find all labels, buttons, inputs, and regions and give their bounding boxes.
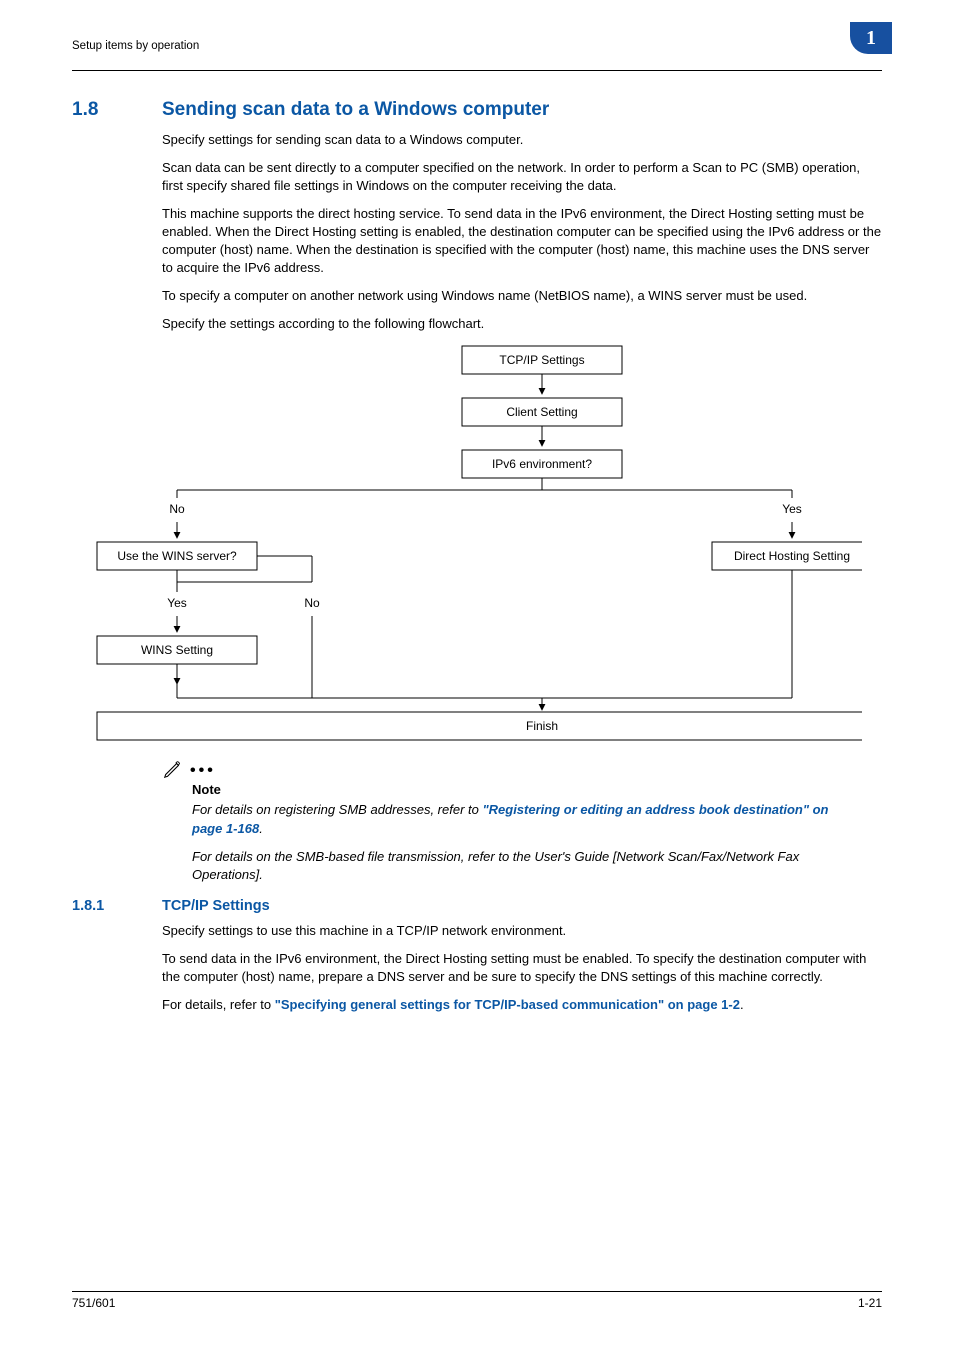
body-paragraph: To specify a computer on another network… — [162, 287, 882, 305]
flowchart-decision-ipv6: IPv6 environment? — [492, 458, 592, 472]
running-header: Setup items by operation — [72, 40, 199, 52]
note-text-post: . — [259, 821, 263, 836]
footer-right: 1-21 — [858, 1296, 882, 1310]
flowchart-node-tcpip: TCP/IP Settings — [499, 354, 584, 368]
note-label: Note — [192, 782, 882, 797]
chapter-badge: 1 — [850, 22, 892, 54]
note-dots: ••• — [190, 762, 216, 780]
body-text-pre: For details, refer to — [162, 997, 275, 1012]
xref-link-tcpip[interactable]: "Specifying general settings for TCP/IP-… — [275, 997, 740, 1012]
flowchart-label-yes: Yes — [782, 503, 802, 517]
note-paragraph: For details on the SMB-based file transm… — [192, 848, 857, 884]
flowchart-label-yes2: Yes — [167, 597, 187, 611]
body-paragraph: For details, refer to "Specifying genera… — [162, 996, 882, 1014]
flowchart-node-finish: Finish — [526, 720, 558, 734]
body-paragraph: Scan data can be sent directly to a comp… — [162, 159, 882, 195]
body-paragraph: Specify settings for sending scan data t… — [162, 131, 882, 149]
flowchart-node-direct: Direct Hosting Setting — [734, 550, 850, 564]
body-paragraph: Specify the settings according to the fo… — [162, 315, 882, 333]
section-heading-1.8: 1.8 Sending scan data to a Windows compu… — [72, 99, 882, 121]
body-text-post: . — [740, 997, 744, 1012]
flowchart-node-client: Client Setting — [506, 406, 577, 420]
flowchart: TCP/IP Settings Client Setting IPv6 envi… — [72, 342, 882, 744]
note-icon — [162, 758, 184, 780]
flowchart-decision-wins: Use the WINS server? — [117, 550, 237, 564]
note-paragraph: For details on registering SMB addresses… — [192, 801, 857, 837]
flowchart-node-wins-setting: WINS Setting — [141, 644, 213, 658]
footer-left: 751/601 — [72, 1296, 115, 1310]
section-title: Sending scan data to a Windows computer — [162, 99, 549, 121]
section-heading-1.8.1: 1.8.1 TCP/IP Settings — [72, 898, 882, 914]
body-paragraph: Specify settings to use this machine in … — [162, 922, 882, 940]
flowchart-label-no2: No — [304, 597, 320, 611]
section-number: 1.8 — [72, 99, 162, 121]
body-paragraph: To send data in the IPv6 environment, th… — [162, 950, 882, 986]
flowchart-label-no: No — [169, 503, 185, 517]
note-text-pre: For details on registering SMB addresses… — [192, 802, 482, 817]
body-paragraph: This machine supports the direct hosting… — [162, 205, 882, 277]
subsection-title: TCP/IP Settings — [162, 898, 270, 914]
subsection-number: 1.8.1 — [72, 898, 162, 914]
